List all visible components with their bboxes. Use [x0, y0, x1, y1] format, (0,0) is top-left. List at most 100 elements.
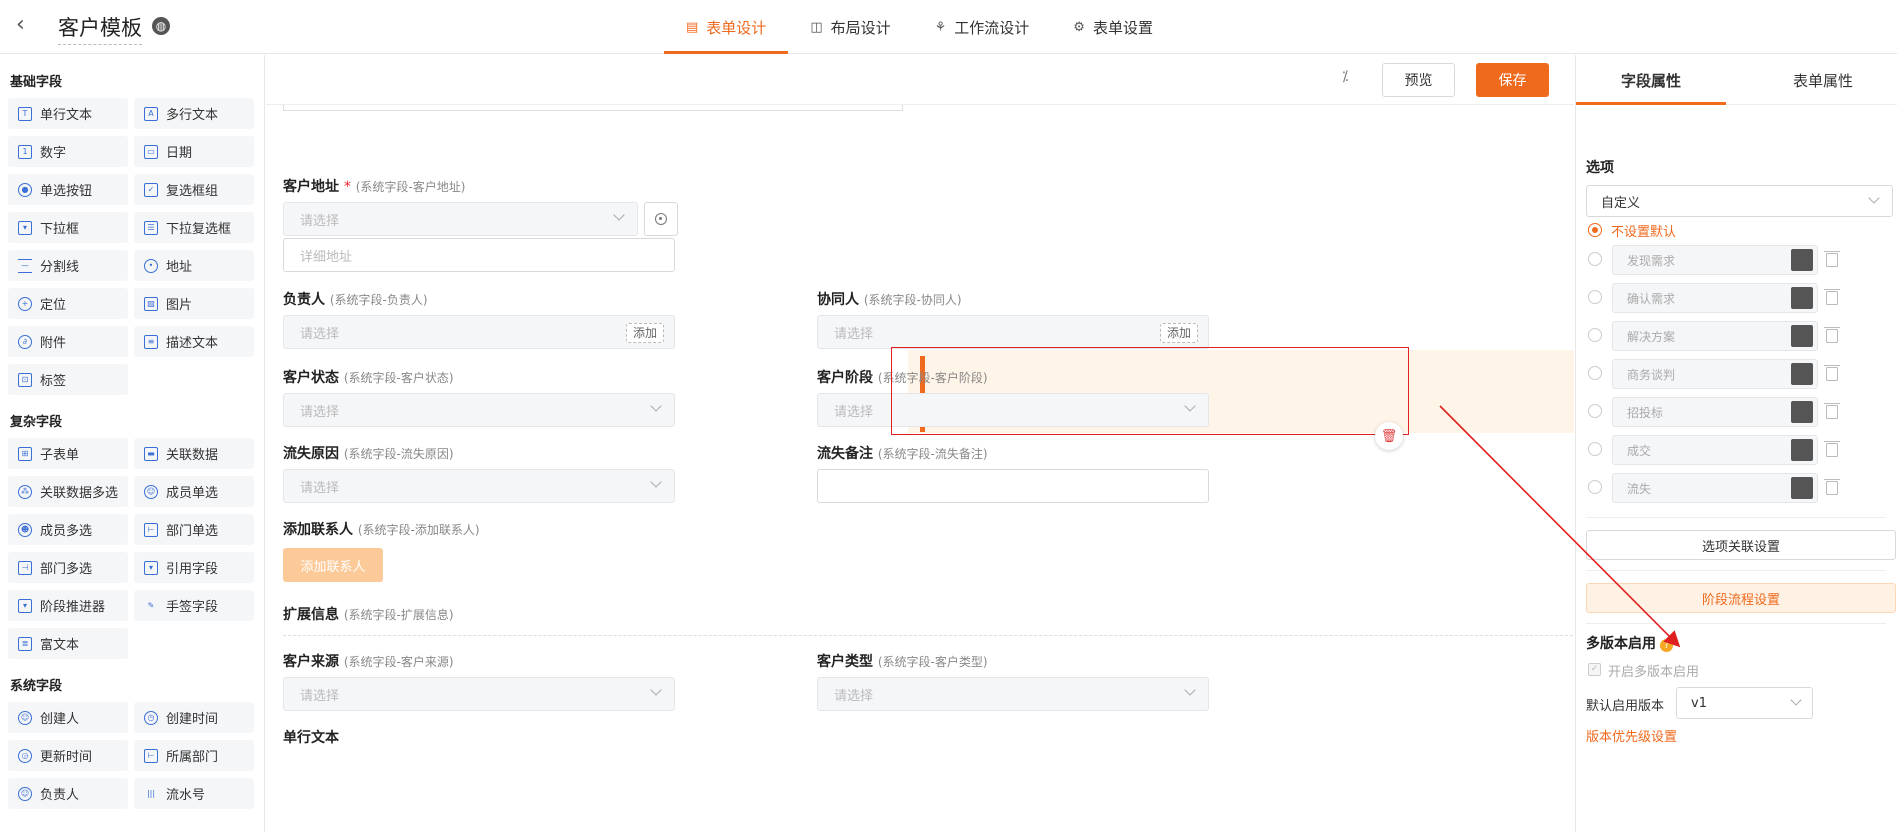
palette-item[interactable]: ⊢ 部门单选	[134, 514, 254, 545]
palette-item[interactable]: ≡ 描述文本	[134, 326, 254, 357]
palette-item[interactable]: ≣ 富文本	[8, 628, 128, 659]
field-label-single-text: 单行文本	[283, 730, 339, 746]
source-select[interactable]: 请选择	[283, 677, 675, 711]
palette-item[interactable]: — 分割线	[8, 250, 128, 281]
color-swatch[interactable]	[1791, 363, 1813, 385]
palette-item[interactable]: ☺ 成员单选	[134, 476, 254, 507]
locate-button[interactable]	[644, 202, 678, 236]
color-swatch[interactable]	[1791, 439, 1813, 461]
save-button[interactable]: 保存	[1476, 63, 1549, 97]
palette-item[interactable]: ▾ 阶段推进器	[8, 590, 128, 621]
globe-icon[interactable]: ◍	[152, 17, 170, 35]
palette-item[interactable]: ⊣ 部门多选	[8, 552, 128, 583]
option-default-radio[interactable]	[1588, 328, 1602, 342]
color-swatch[interactable]	[1791, 325, 1813, 347]
palette-item[interactable]: ⁂ 关联数据多选	[8, 476, 128, 507]
palette-item[interactable]: ▾ 下拉框	[8, 212, 128, 243]
trash-icon[interactable]	[1824, 479, 1840, 495]
status-select[interactable]: 请选择	[283, 393, 675, 427]
tab-workflow-design[interactable]: ⚘ 工作流设计	[913, 0, 1052, 54]
reference-icon: ▾	[144, 560, 158, 575]
type-select[interactable]: 请选择	[817, 677, 1209, 711]
palette-item[interactable]: ||| 流水号	[134, 778, 254, 809]
trash-icon[interactable]	[1824, 289, 1840, 305]
palette-item[interactable]: ⊞ 子表单	[8, 438, 128, 469]
help-icon[interactable]: ?	[1660, 639, 1673, 652]
tab-form-design[interactable]: ▤ 表单设计	[664, 0, 789, 54]
calendar-icon: ▭	[144, 144, 158, 159]
palette-item[interactable]: ▨ 图片	[134, 288, 254, 319]
palette-item[interactable]: ☺ 负责人	[8, 778, 128, 809]
stage-flow-settings-button[interactable]: 阶段流程设置	[1586, 583, 1896, 613]
no-default-radio[interactable]	[1588, 223, 1602, 237]
palette-item[interactable]: ◷ 创建时间	[134, 702, 254, 733]
palette-item[interactable]: • 地址	[134, 250, 254, 281]
lost-note-input[interactable]	[817, 469, 1209, 503]
option-input[interactable]: 招投标	[1612, 397, 1818, 427]
multi-version-checkbox[interactable]: ✓	[1588, 663, 1601, 676]
option-default-radio[interactable]	[1588, 290, 1602, 304]
trash-icon[interactable]	[1824, 365, 1840, 381]
color-swatch[interactable]	[1791, 477, 1813, 499]
add-contact-button[interactable]: 添加联系人	[283, 548, 383, 582]
option-link-settings-button[interactable]: 选项关联设置	[1586, 530, 1896, 560]
palette-item[interactable]: ▭ 日期	[134, 136, 254, 167]
page-title[interactable]: 客户模板	[58, 12, 142, 45]
preview-button[interactable]: 预览	[1382, 63, 1455, 97]
palette-item[interactable]: ⊢ 所属部门	[134, 740, 254, 771]
option-input[interactable]: 商务谈判	[1612, 359, 1818, 389]
palette-item[interactable]: ✓ 复选框组	[134, 174, 254, 205]
palette-item[interactable]: ⊡ 标签	[8, 364, 128, 395]
address-region-select[interactable]: 请选择	[283, 202, 638, 236]
collaborator-add-button[interactable]: 添加	[1159, 323, 1198, 343]
palette-item[interactable]: ▬ 关联数据	[134, 438, 254, 469]
palette-item[interactable]: ☰ 下拉复选框	[134, 212, 254, 243]
default-version-select[interactable]: v1	[1676, 687, 1813, 719]
tab-layout-design[interactable]: ◫ 布局设计	[788, 0, 912, 54]
no-default-label[interactable]: 不设置默认	[1611, 221, 1676, 240]
option-default-radio[interactable]	[1588, 404, 1602, 418]
palette-item[interactable]: 1 数字	[8, 136, 128, 167]
collaborator-select[interactable]: 请选择 添加	[817, 315, 1209, 349]
departments-icon: ⊣	[18, 560, 32, 575]
palette-item[interactable]: ☺ 创建人	[8, 702, 128, 733]
option-default-radio[interactable]	[1588, 366, 1602, 380]
lost-reason-select[interactable]: 请选择	[283, 469, 675, 503]
trash-icon[interactable]	[1824, 327, 1840, 343]
address-detail-input[interactable]: 详细地址	[283, 238, 675, 272]
palette-item[interactable]: ✎ 手签字段	[134, 590, 254, 621]
color-swatch[interactable]	[1791, 401, 1813, 423]
option-input[interactable]: 流失	[1612, 473, 1818, 503]
palette-item[interactable]: ● 单选按钮	[8, 174, 128, 205]
owner-add-button[interactable]: 添加	[625, 323, 664, 343]
palette-item[interactable]: ▾ 引用字段	[134, 552, 254, 583]
version-priority-link[interactable]: 版本优先级设置	[1586, 726, 1677, 745]
palette-item[interactable]: ☻ 成员多选	[8, 514, 128, 545]
magic-wand-icon[interactable]: ⁒	[1342, 69, 1348, 85]
palette-item[interactable]: A 多行文本	[134, 98, 254, 129]
option-default-radio[interactable]	[1588, 252, 1602, 266]
palette-item[interactable]: ∂ 附件	[8, 326, 128, 357]
palette-item[interactable]: T 单行文本	[8, 98, 128, 129]
trash-icon[interactable]	[1824, 251, 1840, 267]
option-input[interactable]: 解决方案	[1612, 321, 1818, 351]
delete-field-button[interactable]: 🗑	[1375, 422, 1403, 450]
options-source-select[interactable]: 自定义	[1586, 185, 1893, 217]
option-default-radio[interactable]	[1588, 442, 1602, 456]
palette-item[interactable]: ◶ 更新时间	[8, 740, 128, 771]
trash-icon[interactable]	[1824, 403, 1840, 419]
option-input[interactable]: 发现需求	[1612, 245, 1818, 275]
number-icon: 1	[18, 144, 32, 159]
tab-field-properties[interactable]: 字段属性	[1576, 55, 1726, 105]
back-icon[interactable]: ‹	[16, 13, 40, 37]
color-swatch[interactable]	[1791, 287, 1813, 309]
tab-form-settings[interactable]: ⚙ 表单设置	[1051, 0, 1175, 54]
trash-icon[interactable]	[1824, 441, 1840, 457]
option-default-radio[interactable]	[1588, 480, 1602, 494]
color-swatch[interactable]	[1791, 249, 1813, 271]
option-input[interactable]: 确认需求	[1612, 283, 1818, 313]
palette-item[interactable]: + 定位	[8, 288, 128, 319]
option-input[interactable]: 成交	[1612, 435, 1818, 465]
owner-select[interactable]: 请选择 添加	[283, 315, 675, 349]
tab-form-properties[interactable]: 表单属性	[1748, 55, 1897, 105]
